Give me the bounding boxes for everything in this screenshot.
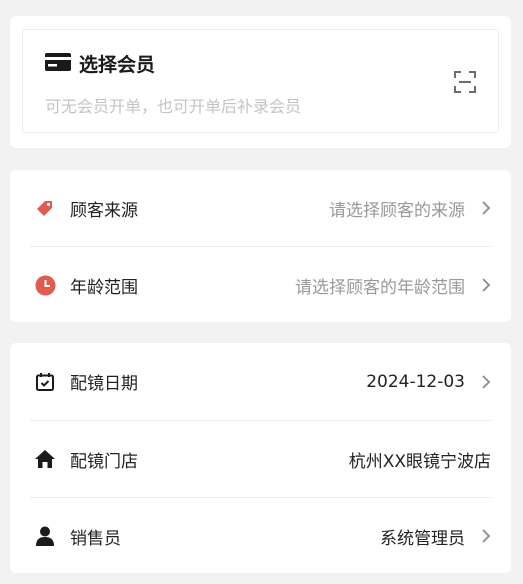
customer-source-card: 顾客来源 请选择顾客的来源 年龄范围 请选择顾客的年龄范围: [10, 170, 511, 322]
fitting-date-value: 2024-12-03: [366, 371, 465, 392]
chevron-right-icon: [469, 200, 491, 216]
tag-icon: [34, 197, 56, 219]
scan-icon[interactable]: [454, 71, 476, 97]
chevron-right-icon: [469, 528, 491, 544]
home-icon: [34, 448, 56, 470]
customer-source-row[interactable]: 顾客来源 请选择顾客的来源: [30, 170, 491, 246]
clock-icon: [34, 274, 56, 296]
card-icon: [45, 52, 71, 75]
member-title: 选择会员: [79, 54, 156, 76]
fitting-store-row: 配镜门店 杭州XX眼镜宁波店: [30, 420, 491, 497]
user-icon: [34, 525, 56, 547]
customer-source-label: 顾客来源: [70, 200, 138, 221]
salesperson-row[interactable]: 销售员 系统管理员: [30, 497, 491, 574]
chevron-right-icon: [469, 374, 491, 390]
fitting-store-label: 配镜门店: [70, 451, 138, 472]
order-info-card: 配镜日期 2024-12-03 配镜门店 杭州XX眼镜宁波店 销售员 系统管理员: [10, 343, 511, 573]
calendar-check-icon: [34, 371, 56, 393]
age-range-value: 请选择顾客的年龄范围: [295, 277, 465, 298]
member-card: 选择会员 可无会员开单，也可开单后补录会员: [10, 16, 511, 148]
age-range-label: 年龄范围: [70, 277, 138, 298]
fitting-date-row[interactable]: 配镜日期 2024-12-03: [30, 343, 491, 420]
fitting-date-label: 配镜日期: [70, 374, 138, 394]
customer-source-value: 请选择顾客的来源: [329, 200, 465, 221]
salesperson-value: 系统管理员: [380, 528, 465, 549]
select-member-button[interactable]: 选择会员 可无会员开单，也可开单后补录会员: [22, 29, 499, 133]
salesperson-label: 销售员: [70, 528, 121, 549]
age-range-row[interactable]: 年龄范围 请选择顾客的年龄范围: [30, 246, 491, 323]
member-title-row: 选择会员: [45, 50, 155, 77]
member-hint: 可无会员开单，也可开单后补录会员: [45, 97, 302, 116]
fitting-store-value: 杭州XX眼镜宁波店: [348, 451, 491, 472]
chevron-right-icon: [469, 277, 491, 293]
